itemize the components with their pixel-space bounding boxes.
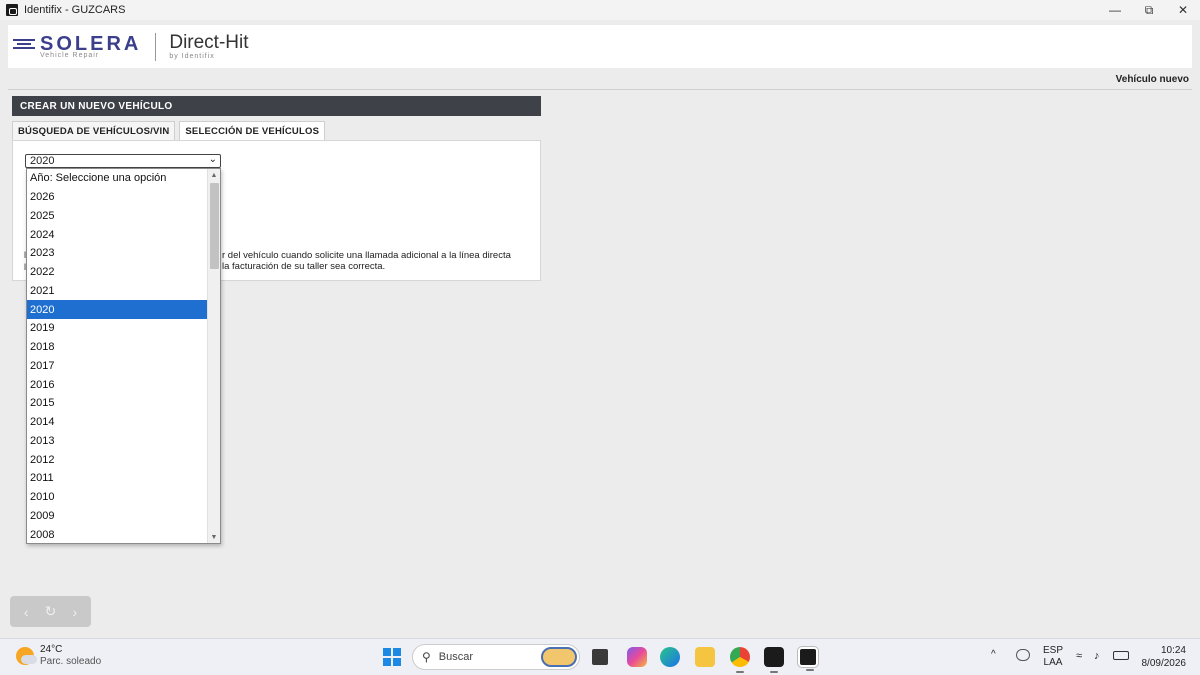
guzcars-app-icon[interactable]	[764, 647, 784, 673]
windows-taskbar: 24°C Parc. soleado ⚲ Buscar ^ ESP LAA ≈ …	[0, 638, 1200, 675]
window-controls: — ⧉ ✕	[1098, 0, 1200, 20]
solera-mark-icon	[13, 37, 35, 51]
page-title-right: Vehículo nuevo	[1115, 74, 1189, 85]
identifix-app-icon	[6, 4, 18, 16]
year-option[interactable]: 2021	[27, 282, 208, 301]
weather-widget[interactable]: 24°C Parc. soleado	[16, 644, 101, 668]
weather-description: Parc. soleado	[40, 656, 102, 667]
year-option-selected[interactable]: 2020	[27, 300, 208, 319]
windows-logo-icon	[383, 648, 391, 656]
year-option[interactable]: 2011	[27, 469, 208, 488]
panel-title: CREAR UN NUEVO VEHÍCULO	[12, 96, 541, 116]
year-option[interactable]: 2024	[27, 225, 208, 244]
window-title: Identifix - GUZCARS	[24, 4, 126, 16]
refresh-icon[interactable]: ↻	[40, 602, 60, 622]
tab-vehicle-selection[interactable]: SELECCIÓN DE VEHÍCULOS	[179, 121, 326, 140]
billing-note-line1: r del vehículo cuando solicite una llama…	[222, 250, 511, 261]
year-option[interactable]: 2023	[27, 244, 208, 263]
year-dropdown-list[interactable]: Año: Seleccione una opción 2026 2025 202…	[26, 168, 221, 544]
edge-browser-icon[interactable]	[660, 647, 680, 667]
taskbar-search-placeholder: Buscar	[438, 651, 474, 663]
year-option[interactable]: 2012	[27, 450, 208, 469]
keyboard-layout: LAA	[1043, 657, 1063, 668]
product-title: Direct-Hit	[169, 32, 249, 53]
year-option[interactable]: 2009	[27, 507, 208, 526]
battery-icon[interactable]	[1113, 651, 1129, 660]
tab-vehicle-search-vin[interactable]: BÚSQUEDA DE VEHÍCULOS/VIN	[12, 121, 176, 140]
language-indicator[interactable]: ESP LAA	[1043, 645, 1063, 669]
solera-logo: SOLERA Vehicle Repair	[13, 32, 142, 59]
year-option[interactable]: 2013	[27, 432, 208, 451]
year-option[interactable]: 2025	[27, 207, 208, 226]
billing-note-line2: la facturación de su taller sea correcta…	[222, 261, 386, 272]
year-option[interactable]: 2022	[27, 263, 208, 282]
chevron-down-icon: ⌄	[208, 154, 217, 165]
browser-nav-widget: ‹ ↻ ›	[10, 596, 91, 627]
file-explorer-icon[interactable]	[695, 647, 715, 667]
billing-note: r del vehículo cuando solicite una llama…	[222, 250, 511, 272]
dropdown-scrollbar[interactable]: ▲ ▼	[207, 169, 220, 543]
search-highlight-image	[541, 647, 577, 667]
clock-date: 8/09/2026	[1141, 658, 1187, 669]
back-arrow-icon[interactable]: ‹	[16, 602, 36, 622]
year-option[interactable]: 2019	[27, 319, 208, 338]
onedrive-cloud-icon[interactable]	[1016, 649, 1030, 661]
year-option[interactable]: 2010	[27, 488, 208, 507]
year-select-value: 2020	[30, 155, 55, 167]
volume-icon[interactable]: ♪	[1094, 650, 1100, 662]
close-button[interactable]: ✕	[1166, 0, 1200, 20]
taskbar-search[interactable]: ⚲ Buscar	[412, 644, 580, 670]
scrollbar-thumb[interactable]	[210, 183, 219, 269]
forward-arrow-icon[interactable]: ›	[65, 602, 85, 622]
minimize-button[interactable]: —	[1098, 0, 1132, 20]
year-option[interactable]: 2018	[27, 338, 208, 357]
header-divider	[155, 32, 157, 61]
year-option[interactable]: 2017	[27, 357, 208, 376]
task-view-icon[interactable]	[592, 649, 608, 665]
year-option[interactable]: 2015	[27, 394, 208, 413]
weather-temperature: 24°C	[40, 644, 63, 655]
search-icon: ⚲	[422, 650, 431, 664]
language-code: ESP	[1043, 645, 1064, 656]
year-option[interactable]: 2026	[27, 188, 208, 207]
solera-wordmark: SOLERA	[40, 32, 142, 55]
vehicle-tabs: BÚSQUEDA DE VEHÍCULOS/VIN SELECCIÓN DE V…	[12, 121, 329, 140]
year-option[interactable]: 2016	[27, 375, 208, 394]
solera-subtitle: Vehicle Repair	[40, 51, 100, 59]
year-option[interactable]: 2008	[27, 525, 208, 543]
partly-sunny-icon	[16, 647, 37, 665]
app-header: SOLERA Vehicle Repair Direct-Hit by Iden…	[8, 25, 1192, 68]
start-button[interactable]	[383, 648, 401, 666]
chrome-icon[interactable]	[730, 647, 750, 673]
identifix-taskbar-icon[interactable]	[798, 647, 818, 671]
copilot-icon[interactable]	[627, 647, 647, 667]
header-separator	[8, 89, 1192, 90]
clock-time: 10:24	[1160, 645, 1186, 656]
window-titlebar: Identifix - GUZCARS — ⧉ ✕	[0, 0, 1200, 20]
year-select[interactable]: 2020 ⌄	[25, 154, 221, 168]
product-subtitle: by Identifix	[169, 53, 215, 60]
scroll-down-arrow-icon[interactable]: ▼	[208, 531, 220, 543]
restore-button[interactable]: ⧉	[1132, 0, 1166, 20]
year-option[interactable]: Año: Seleccione una opción	[27, 169, 208, 188]
show-hidden-icons-chevron-icon[interactable]: ^	[991, 649, 996, 661]
scroll-up-arrow-icon[interactable]: ▲	[208, 169, 220, 181]
wifi-icon[interactable]: ≈	[1076, 650, 1082, 662]
direct-hit-logo: Direct-Hit by Identifix	[169, 32, 249, 61]
year-option[interactable]: 2014	[27, 413, 208, 432]
taskbar-clock[interactable]: 10:24 8/09/2026	[1142, 644, 1187, 670]
